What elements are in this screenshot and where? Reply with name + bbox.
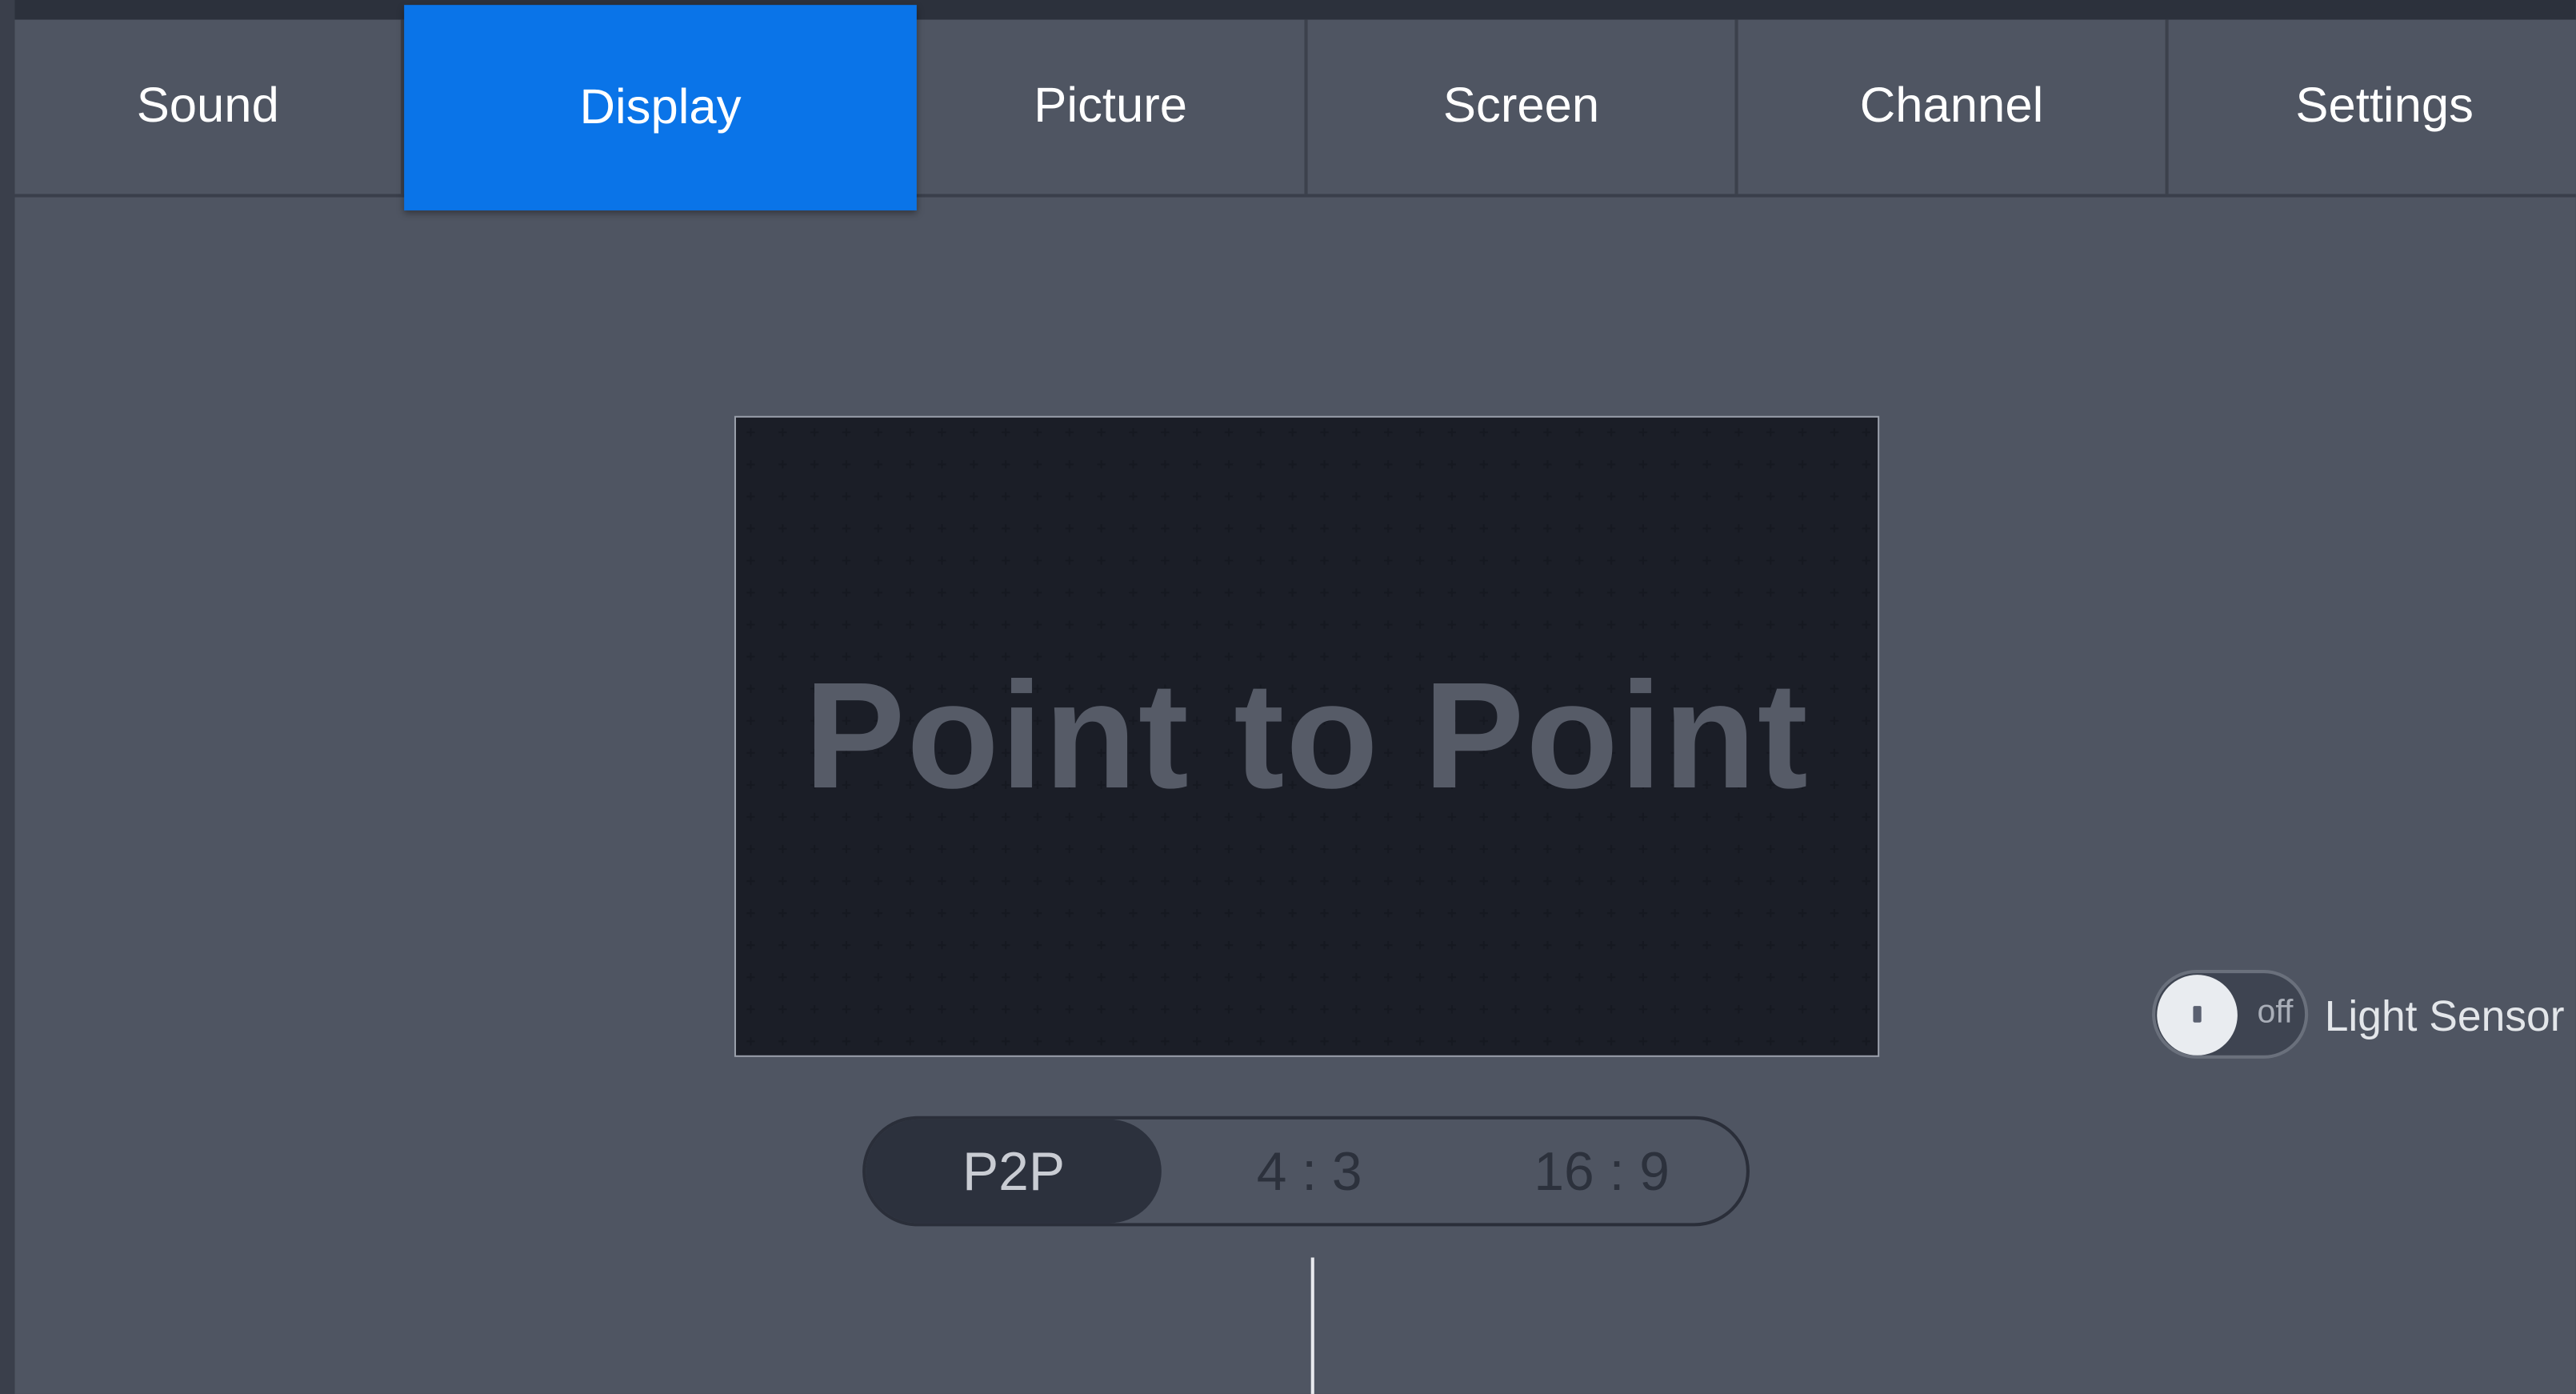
tab-settings[interactable]: Settings	[2169, 20, 2576, 194]
knob-mark-icon	[2193, 1006, 2202, 1023]
aspect-ratio-selector: P2P 4 : 3 16 : 9	[862, 1116, 1750, 1227]
top-strip	[0, 0, 2576, 20]
aspect-option-p2p[interactable]: P2P	[866, 1119, 1162, 1224]
toggle-knob	[2157, 975, 2238, 1056]
preview-label: Point to Point	[804, 652, 1810, 821]
left-rail	[0, 0, 15, 1394]
tab-picture[interactable]: Picture	[917, 19, 1308, 194]
light-sensor-toggle[interactable]: off	[2152, 969, 2309, 1059]
tab-screen[interactable]: Screen	[1308, 19, 1738, 194]
toggle-state-text: off	[2257, 994, 2294, 1031]
tab-sound[interactable]: Sound	[14, 19, 405, 194]
indicator-line	[1310, 1257, 1314, 1394]
tab-display[interactable]: Display	[404, 5, 917, 210]
light-sensor-label: Light Sensor	[2324, 991, 2565, 1041]
tab-channel[interactable]: Channel	[1738, 19, 2169, 194]
aspect-option-4-3[interactable]: 4 : 3	[1162, 1120, 1458, 1223]
display-settings-screen: Sound Display Picture Screen Channel Set…	[0, 0, 2576, 1394]
aspect-option-16-9[interactable]: 16 : 9	[1457, 1120, 1746, 1223]
